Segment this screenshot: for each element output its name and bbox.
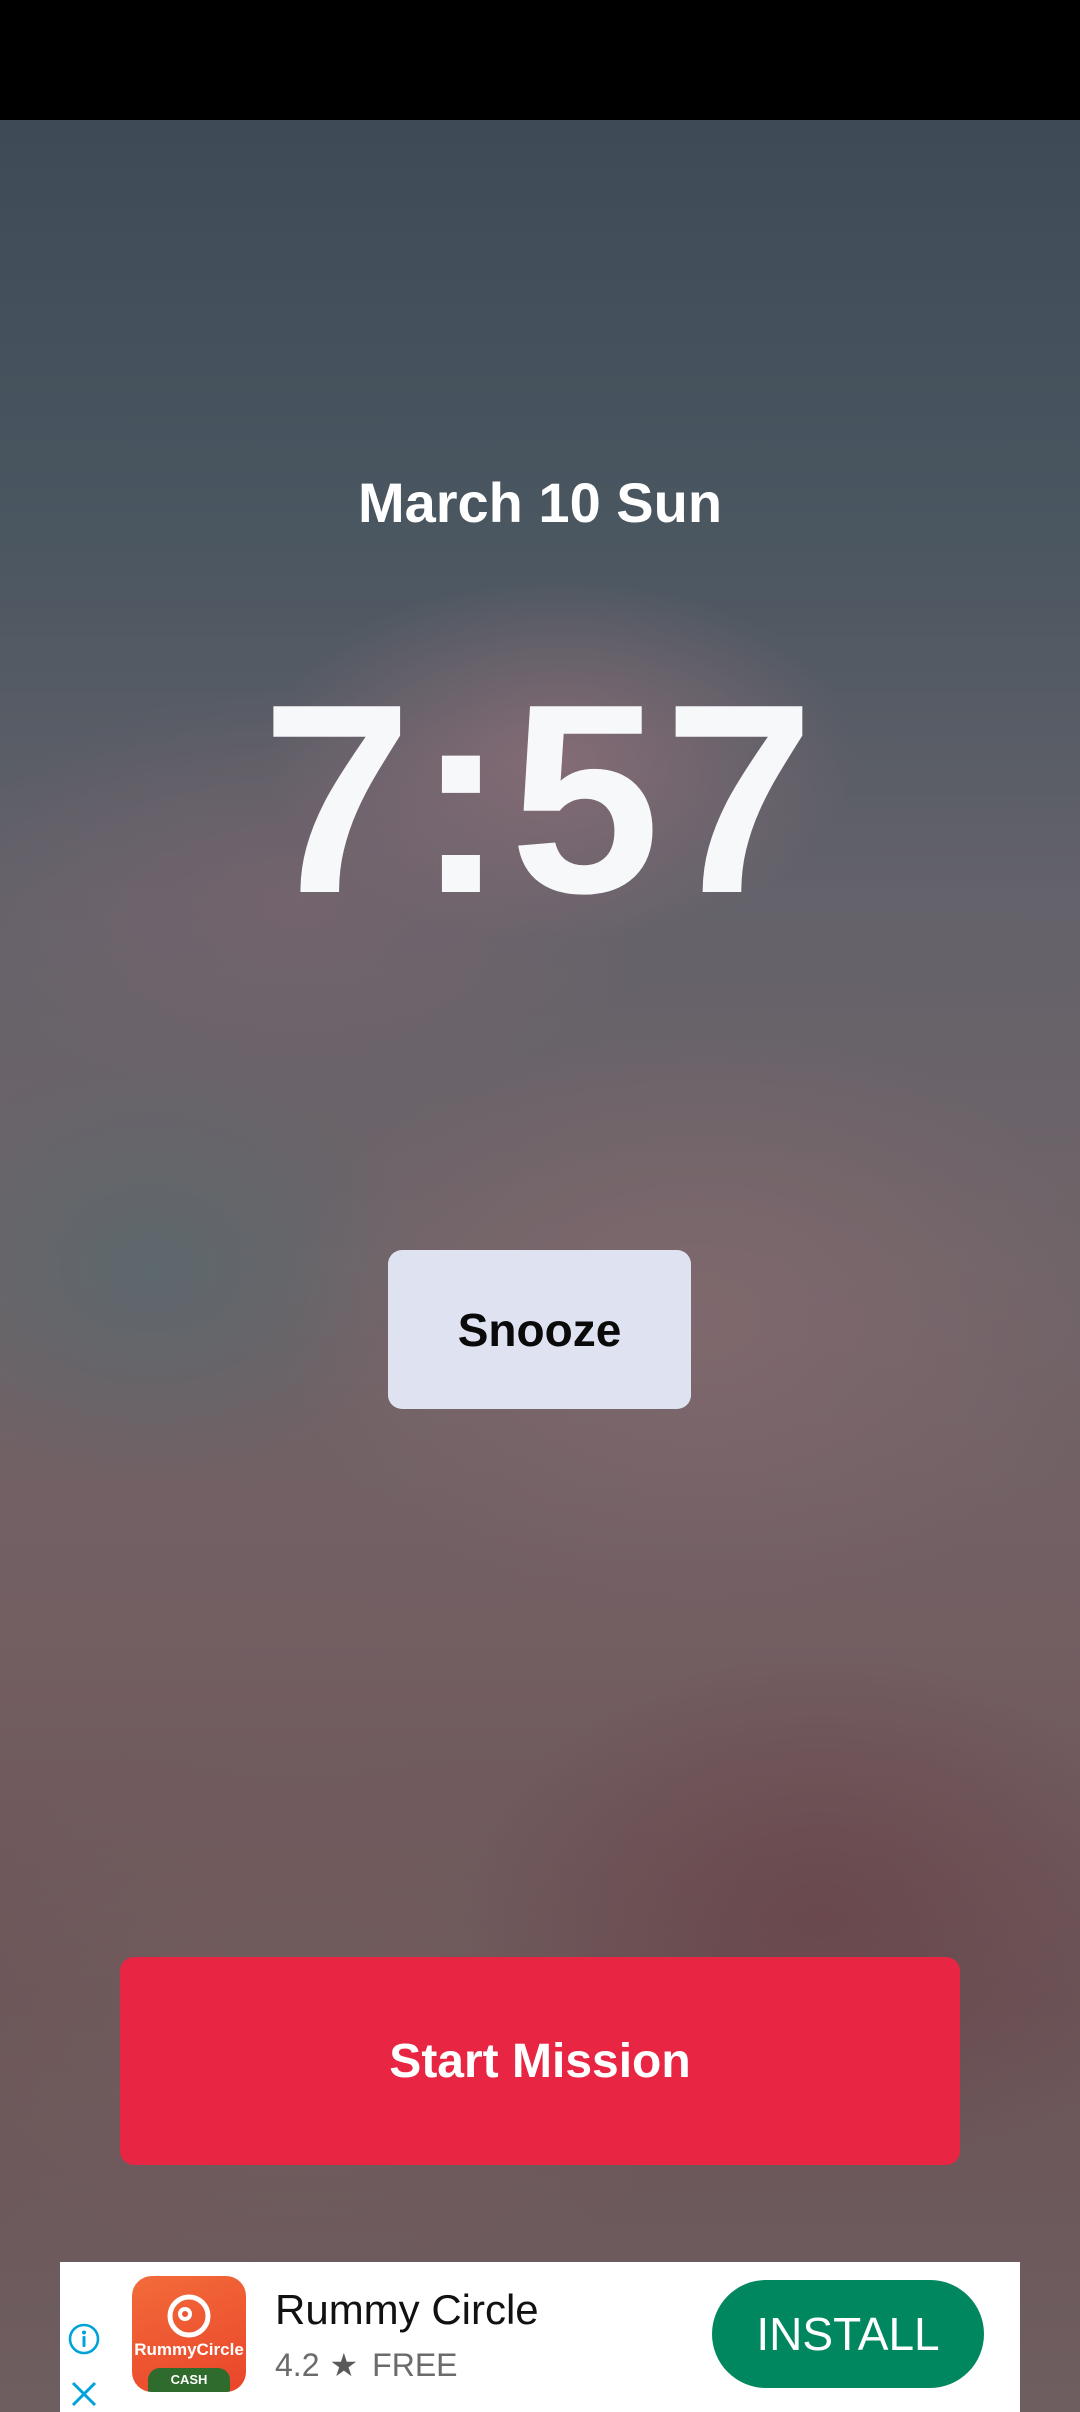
rummy-circle-logo-icon bbox=[167, 2294, 211, 2338]
ad-rating: 4.2 bbox=[275, 2346, 320, 2383]
ad-price: FREE bbox=[372, 2346, 458, 2383]
ad-app-name[interactable]: Rummy Circle bbox=[275, 2286, 539, 2334]
alarm-date: March 10 Sun bbox=[357, 471, 723, 534]
close-icon[interactable] bbox=[68, 2378, 100, 2410]
start-mission-button[interactable]: Start Mission bbox=[120, 1957, 960, 2165]
app-icon-brand-text: RummyCircle bbox=[134, 2340, 244, 2359]
app-icon[interactable]: RummyCircle CASH bbox=[132, 2276, 246, 2392]
status-bar bbox=[0, 0, 1080, 120]
ad-banner[interactable]: RummyCircle CASH Rummy Circle 4.2 ★ FREE… bbox=[60, 2262, 1020, 2412]
ad-rating-row: 4.2 ★ FREE bbox=[275, 2346, 458, 2384]
star-icon: ★ bbox=[329, 2347, 359, 2383]
snooze-button[interactable]: Snooze bbox=[388, 1250, 691, 1409]
info-icon[interactable] bbox=[67, 2322, 101, 2356]
app-icon-cash-text: CASH bbox=[148, 2368, 230, 2392]
install-button[interactable]: INSTALL bbox=[712, 2280, 984, 2388]
alarm-time: 7:57 bbox=[261, 649, 819, 950]
